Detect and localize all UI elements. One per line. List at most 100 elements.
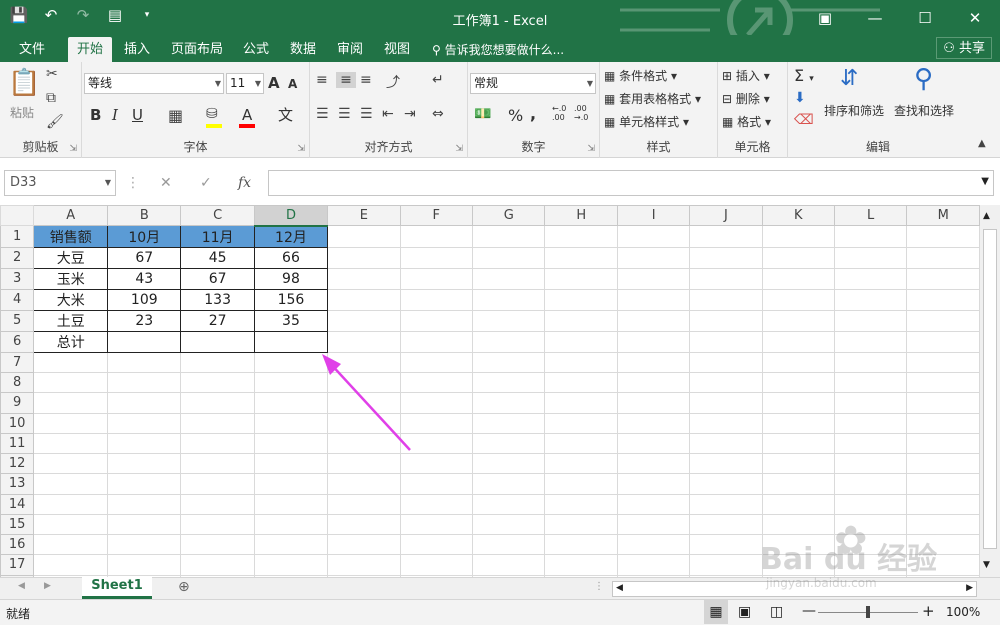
cell-a6[interactable]: 总计 [33,330,109,353]
cell-a3[interactable]: 玉米 [33,267,109,290]
cell-b11[interactable] [107,432,182,455]
cell-e12[interactable] [327,452,401,475]
font-color-button[interactable]: A [242,106,252,124]
cell-m10[interactable] [906,412,980,434]
cell-b5[interactable]: 23 [107,309,182,332]
cell-c5[interactable]: 27 [180,309,255,332]
increase-decimal-button[interactable]: ←.0.00 [552,104,566,122]
phonetic-button[interactable]: 文 [278,104,293,125]
cell-d10[interactable] [253,412,329,434]
delete-cells-button[interactable]: ⊟ 删除 ▾ [722,90,770,107]
cell-a11[interactable] [33,432,109,455]
row-header[interactable]: 5 [0,309,35,332]
cell-j6[interactable] [689,330,763,353]
cell-c17[interactable] [180,554,255,576]
cell-e4[interactable] [327,288,401,311]
cell-k15[interactable] [761,513,835,536]
cell-h9[interactable] [544,392,618,414]
cell-l9[interactable] [833,392,908,414]
cell-b12[interactable] [107,452,182,475]
align-top-icon[interactable]: ≡ [316,72,328,88]
cell-i2[interactable] [616,246,691,269]
cell-m2[interactable] [906,246,980,269]
cell-l17[interactable] [833,554,908,576]
font-size-combo[interactable]: 11 ▼ [226,73,264,94]
cell-k3[interactable] [761,267,835,290]
cell-j4[interactable] [689,288,763,311]
tab-insert[interactable]: 插入 [115,37,159,62]
cell-g6[interactable] [471,330,546,353]
cell-m17[interactable] [906,554,980,576]
cell-l13[interactable] [833,473,908,495]
cell-f8[interactable] [399,371,473,394]
cell-h13[interactable] [544,473,618,495]
cell-b10[interactable] [107,412,182,434]
cell-i4[interactable] [616,288,691,311]
cell-g13[interactable] [471,473,546,495]
zoom-slider-thumb[interactable] [866,606,870,618]
maximize-icon[interactable]: ☐ [900,0,950,35]
cell-e11[interactable] [327,432,401,455]
expand-formula-icon[interactable]: ▼ [981,176,989,187]
cell-e1[interactable] [327,225,401,248]
cell-a16[interactable] [33,533,109,556]
cell-j15[interactable] [689,513,763,536]
cell-g14[interactable] [471,493,546,515]
cell-m14[interactable] [906,493,980,515]
cell-f14[interactable] [399,493,473,515]
cell-f11[interactable] [399,432,473,455]
sort-filter-icon[interactable]: ⇵ [840,66,858,91]
italic-button[interactable]: I [112,106,118,124]
cell-j9[interactable] [689,392,763,414]
sort-filter-button[interactable]: 排序和筛选 [824,102,884,119]
horizontal-scrollbar[interactable]: ◀ ▶ [612,581,977,597]
cell-d16[interactable] [253,533,329,556]
cell-i14[interactable] [616,493,691,515]
cell-d13[interactable] [253,473,329,495]
cell-h1[interactable] [544,225,618,248]
cell-c2[interactable]: 45 [180,246,255,269]
cell-a7[interactable] [33,351,109,374]
tab-home[interactable]: 开始 [68,37,113,62]
column-header-k[interactable]: K [761,205,835,227]
cell-c4[interactable]: 133 [180,288,255,311]
cell-l12[interactable] [833,452,908,475]
cell-j2[interactable] [689,246,763,269]
cell-b2[interactable]: 67 [107,246,182,269]
cell-g1[interactable] [471,225,546,248]
zoom-in-icon[interactable]: + [922,602,935,620]
cell-d2[interactable]: 66 [253,246,329,269]
grow-font-button[interactable]: A [268,74,280,92]
name-box[interactable]: D33 ▼ [4,170,116,196]
currency-icon[interactable]: 💵 [474,106,491,122]
cell-j7[interactable] [689,351,763,374]
cell-f4[interactable] [399,288,473,311]
decrease-decimal-button[interactable]: .00 →.0 [574,104,588,122]
row-header[interactable]: 4 [0,288,35,311]
cell-a10[interactable] [33,412,109,434]
row-header[interactable]: 14 [0,493,35,515]
cell-f3[interactable] [399,267,473,290]
redo-icon[interactable]: ↷ [72,6,94,24]
cell-c14[interactable] [180,493,255,515]
cell-e7[interactable] [327,351,401,374]
scroll-right-icon[interactable]: ▶ [966,583,973,593]
cell-i10[interactable] [616,412,691,434]
cell-d12[interactable] [253,452,329,475]
cell-j1[interactable] [689,225,763,248]
cell-c9[interactable] [180,392,255,414]
cell-c11[interactable] [180,432,255,455]
column-header-m[interactable]: M [906,205,980,227]
row-header[interactable]: 16 [0,533,35,556]
cell-d17[interactable] [253,554,329,576]
cell-i7[interactable] [616,351,691,374]
enter-icon[interactable]: ✓ [200,175,212,191]
cell-g10[interactable] [471,412,546,434]
cell-f17[interactable] [399,554,473,576]
column-header-g[interactable]: G [471,205,546,227]
cell-m12[interactable] [906,452,980,475]
cell-table[interactable]: A B C D E F G H I J K L M 1 销售额 10月 11月 12月 2 大豆 67 45 66 3 玉米 43… [0,205,980,577]
row-header[interactable]: 10 [0,412,35,434]
cell-a9[interactable] [33,392,109,414]
orientation-icon[interactable]: ⤴ [386,72,400,92]
